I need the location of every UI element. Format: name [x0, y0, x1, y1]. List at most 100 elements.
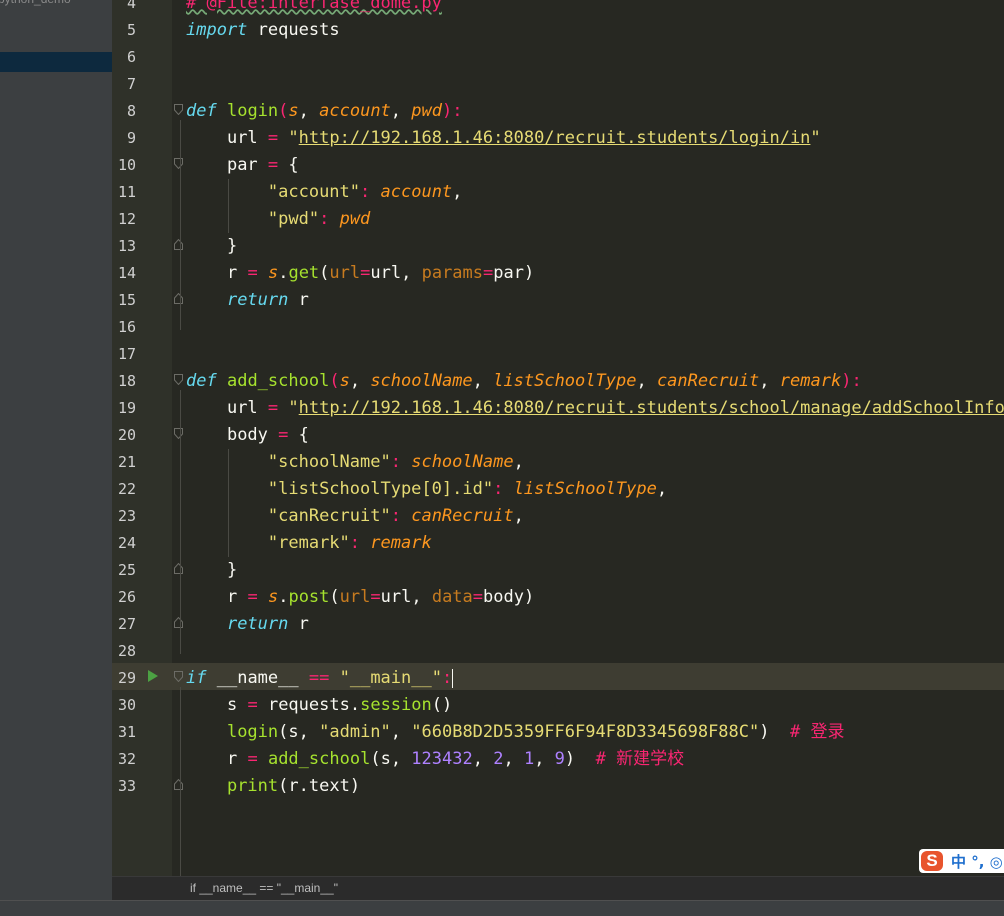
line-number: 14 [117, 264, 136, 282]
line-number: 21 [117, 453, 136, 471]
line-number: 17 [117, 345, 136, 363]
fold-close-icon[interactable] [174, 293, 183, 304]
code-line[interactable]: # @File:interfase_dome.py [186, 0, 442, 17]
keyword-arg: params [421, 263, 484, 283]
ime-toolbar[interactable]: S 中 °, ◎ [919, 849, 1004, 873]
code-line[interactable]: "remark": remark [186, 530, 432, 557]
code-line[interactable]: "pwd": pwd [186, 206, 370, 233]
function-name: add_school [226, 371, 330, 391]
variable: r [226, 587, 238, 607]
variable: r [226, 263, 238, 283]
parameter: s [288, 101, 299, 121]
line-number: 22 [117, 480, 136, 498]
attribute: text [308, 776, 350, 796]
fold-close-icon[interactable] [174, 617, 183, 628]
fold-open-icon[interactable] [174, 671, 183, 682]
keyword-arg: data [431, 587, 473, 607]
line-number: 18 [117, 372, 136, 390]
code-line-current[interactable]: if __name__ == "__main__": [186, 665, 454, 692]
string-literal: "admin" [319, 722, 391, 742]
parameter: s [267, 263, 279, 283]
keyword-arg: url [339, 587, 371, 607]
code-line[interactable]: body = { [186, 422, 309, 449]
code-line[interactable]: def login(s, account, pwd): [186, 98, 462, 125]
fold-open-icon[interactable] [174, 428, 183, 439]
number-literal: 9 [554, 749, 565, 769]
line-number: 8 [126, 102, 136, 120]
code-line[interactable]: return r [186, 611, 309, 638]
run-icon[interactable] [148, 670, 158, 682]
code-line[interactable]: url = "http://192.168.1.46:8080/recruit.… [186, 125, 821, 152]
line-number: 5 [126, 21, 136, 39]
number-literal: 2 [493, 749, 504, 769]
line-number: 32 [117, 750, 136, 768]
line-number: 12 [117, 210, 136, 228]
code-line[interactable]: return r [186, 287, 309, 314]
code-line[interactable]: url = "http://192.168.1.46:8080/recruit.… [186, 395, 1004, 422]
parameter: pwd [411, 101, 442, 121]
file-comment: # @File:interfase_dome.py [186, 0, 442, 13]
line-number: 7 [126, 75, 136, 93]
variable: r [288, 776, 299, 796]
line-number: 27 [117, 615, 136, 633]
code-line[interactable]: } [186, 557, 237, 584]
fold-close-icon[interactable] [174, 563, 183, 574]
breadcrumb[interactable]: if __name__ == "__main__" [112, 876, 1004, 901]
module-name: requests [257, 20, 340, 40]
code-line[interactable]: r = s.post(url=url, data=body) [186, 584, 534, 611]
fold-close-icon[interactable] [174, 239, 183, 250]
code-editor[interactable]: 4 5 6 7 8 9 10 11 12 13 14 15 16 17 18 1… [112, 0, 1004, 876]
parameter: s [267, 587, 279, 607]
parameter: listSchoolType [513, 479, 657, 499]
fold-open-icon[interactable] [174, 104, 183, 115]
keyword: import [186, 20, 248, 40]
selected-tree-row[interactable] [0, 52, 112, 72]
code-line[interactable]: print(r.text) [186, 773, 360, 800]
dict-key: "remark" [267, 533, 350, 553]
fold-close-icon[interactable] [174, 779, 183, 790]
dict-key: "pwd" [267, 209, 320, 229]
project-panel[interactable]: python_demo [0, 0, 112, 900]
code-line[interactable]: } [186, 233, 237, 260]
variable: r [226, 749, 238, 769]
parameter: listSchoolType [493, 371, 637, 391]
code-line[interactable]: import requests [186, 17, 340, 44]
variable: body [483, 587, 524, 607]
line-number: 15 [117, 291, 136, 309]
code-line[interactable]: s = requests.session() [186, 692, 452, 719]
indent-guide [180, 390, 181, 654]
code-line[interactable]: def add_school(s, schoolName, listSchool… [186, 368, 862, 395]
code-line[interactable]: "account": account, [186, 179, 463, 206]
line-number: 9 [126, 129, 136, 147]
code-line[interactable]: "schoolName": schoolName, [186, 449, 524, 476]
status-bar [0, 900, 1004, 916]
indent-guide [180, 120, 181, 330]
ime-mode-indicator[interactable]: 中 °, ◎ [951, 851, 1003, 872]
parameter: remark [370, 533, 432, 553]
variable: r [298, 290, 309, 310]
sogou-logo-icon[interactable]: S [921, 851, 943, 871]
code-line[interactable]: par = { [186, 152, 299, 179]
url-link[interactable]: http://192.168.1.46:8080/recruit.student… [299, 128, 811, 148]
fold-open-icon[interactable] [174, 158, 183, 169]
dict-key: "canRecruit" [267, 506, 391, 526]
variable: par [493, 263, 524, 283]
line-number: 29 [117, 669, 136, 687]
code-line[interactable]: r = add_school(s, 123432, 2, 1, 9) # 新建学… [186, 746, 684, 773]
parameter: pwd [339, 209, 371, 229]
parameter: remark [779, 371, 842, 391]
line-number: 10 [117, 156, 136, 174]
code-line[interactable]: "canRecruit": canRecruit, [186, 503, 524, 530]
code-line[interactable]: "listSchoolType[0].id": listSchoolType, [186, 476, 667, 503]
code-line[interactable]: login(s, "admin", "660B8D2D5359FF6F94F8D… [186, 719, 845, 746]
line-number: 30 [117, 696, 136, 714]
keyword: def [186, 371, 217, 391]
project-root-label[interactable]: python_demo [0, 0, 71, 6]
fold-open-icon[interactable] [174, 374, 183, 385]
code-line[interactable]: r = s.get(url=url, params=par) [186, 260, 534, 287]
function-call: add_school [267, 749, 371, 769]
line-number: 33 [117, 777, 136, 795]
url-link[interactable]: http://192.168.1.46:8080/recruit.student… [299, 398, 1004, 418]
parameter: canRecruit [656, 371, 760, 391]
breadcrumb-item[interactable]: if __name__ == "__main__" [190, 881, 338, 895]
